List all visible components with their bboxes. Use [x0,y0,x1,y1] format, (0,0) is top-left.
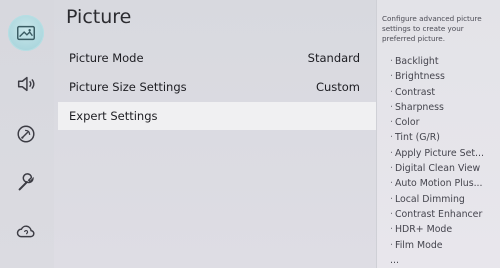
rail-item-broadcasting[interactable] [8,116,44,152]
support-icon [16,225,35,238]
list-item: · Local Dimming [390,193,465,205]
menu-item-value: Standard [307,51,360,65]
rail-item-support[interactable] [8,214,44,250]
tv-settings-screen: Picture Picture Mode Standard Picture Si… [0,0,500,268]
menu-item-picture-size-settings[interactable]: Picture Size Settings Custom [58,73,376,101]
expert-settings-preview-list: · Backlight · Brightness · Contrast · Sharpn… [390,54,484,268]
help-description: Configure advanced picture settings to c… [382,14,482,43]
list-item-ellipsis: ... [390,254,399,266]
list-item: · Film Mode [390,239,443,251]
sound-icon [17,76,35,92]
menu-item-value: Custom [315,80,360,94]
list-item: · Backlight [390,56,439,67]
menu-item-expert-settings[interactable]: Expert Settings [58,102,376,130]
settings-category-rail [0,0,54,268]
list-item: · Auto Motion Plus... [390,178,483,190]
list-item: · Sharpness [390,101,444,113]
rail-item-sound[interactable] [8,66,44,102]
picture-icon [17,25,35,41]
menu-item-label: Picture Size Settings [69,80,187,94]
broadcasting-icon [17,125,35,143]
menu-item-label: Expert Settings [69,109,158,123]
general-icon [18,173,34,191]
menu-item-picture-mode[interactable]: Picture Mode Standard [58,44,376,72]
list-item: · Brightness [390,71,445,83]
rail-item-general[interactable] [8,165,44,201]
rail-item-picture[interactable] [8,15,44,51]
list-item: · Contrast [390,86,436,98]
list-item: · Contrast Enhancer [390,208,483,220]
list-item: · Digital Clean View [390,163,481,175]
list-item: · HDR+ Mode [390,224,453,236]
help-info-panel: Configure advanced picture settings to c… [376,0,500,268]
list-item: · Apply Picture Set... [390,147,484,159]
list-item: · Color [390,117,420,129]
list-item: · Tint (G/R) [390,132,440,144]
page-title: Picture [66,6,132,28]
picture-settings-panel: Picture Picture Mode Standard Picture Si… [54,0,376,268]
menu-item-label: Picture Mode [69,51,144,65]
